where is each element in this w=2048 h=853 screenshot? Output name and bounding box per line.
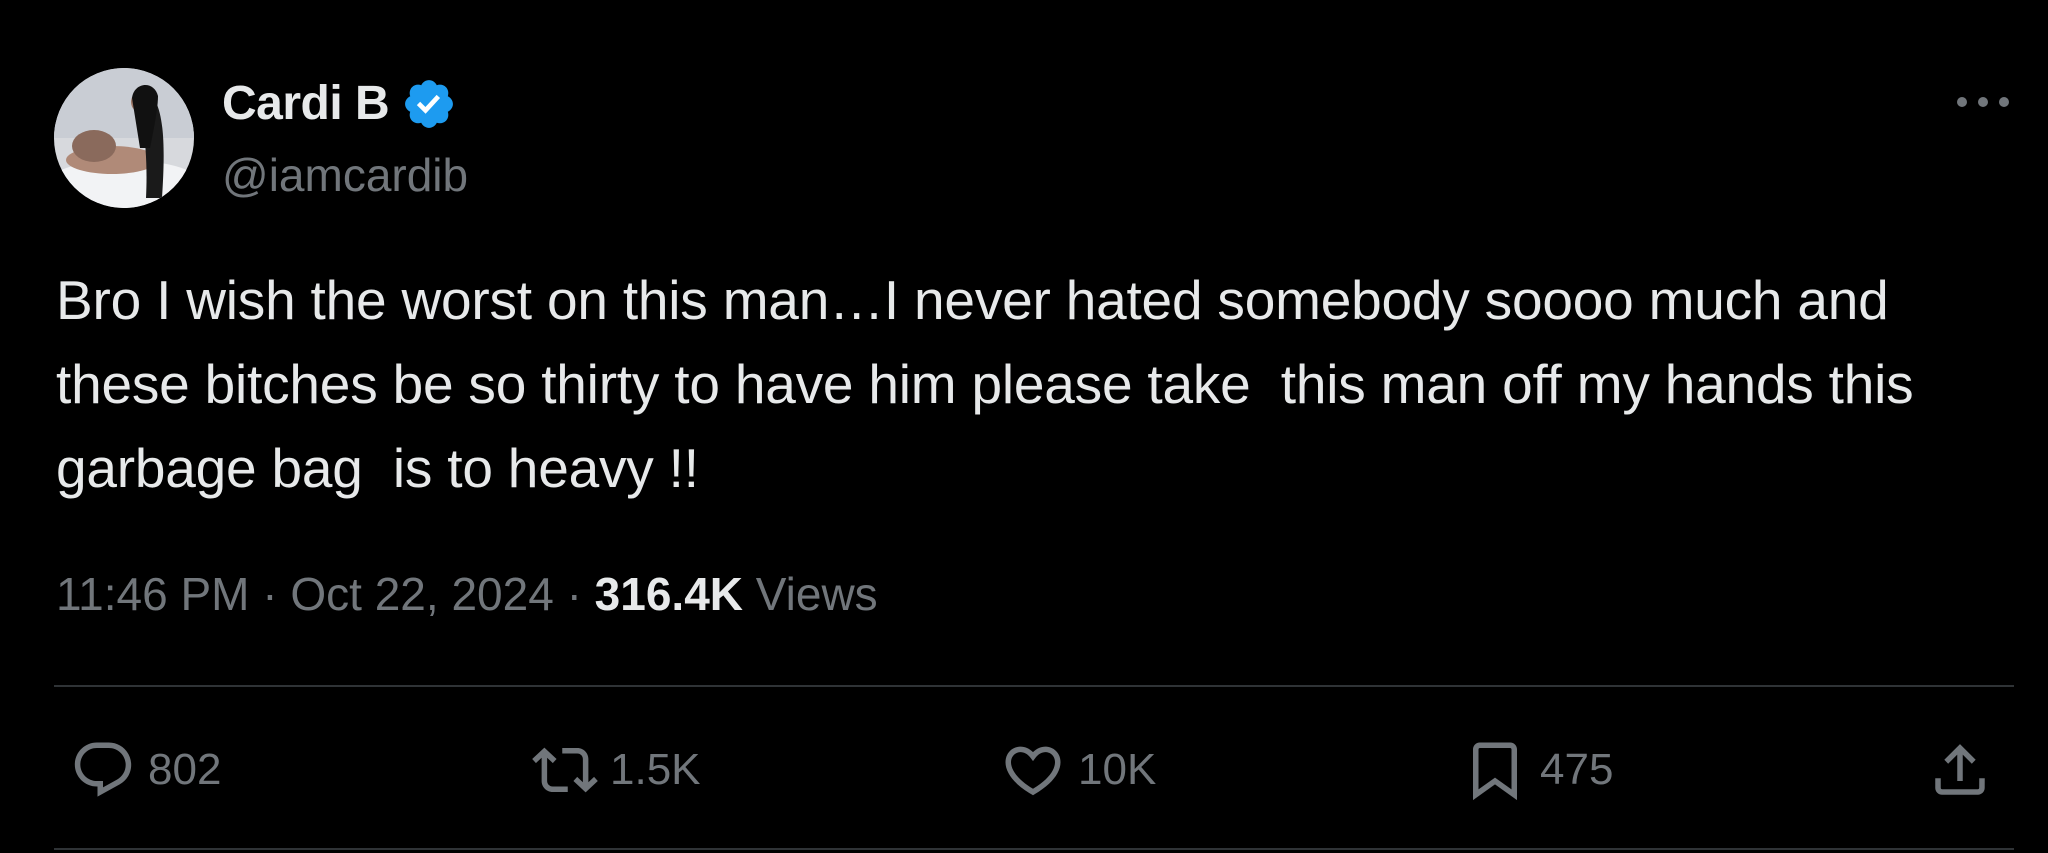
author-handle[interactable]: @iamcardib: [222, 148, 468, 202]
views-count: 316.4K: [594, 568, 744, 620]
reply-count: 802: [148, 745, 222, 794]
more-options-icon[interactable]: [1950, 82, 2016, 122]
divider: [54, 685, 2014, 687]
tweet-text: Bro I wish the worst on this man…I never…: [56, 269, 1929, 499]
bookmark-icon: [1460, 735, 1530, 805]
divider: [54, 848, 2014, 850]
like-count: 10K: [1078, 745, 1157, 794]
author-name[interactable]: Cardi B: [222, 76, 457, 132]
avatar[interactable]: [54, 68, 194, 208]
reply-icon: [68, 735, 138, 805]
tweet-date[interactable]: Oct 22, 2024: [290, 568, 553, 620]
repost-count: 1.5K: [610, 745, 701, 794]
tweet-card: Cardi B @iamcardib Bro I wish the worst …: [0, 0, 2048, 853]
bookmark-button[interactable]: 475: [1460, 735, 1613, 805]
views-label: Views: [755, 568, 878, 620]
meta-separator: ·: [262, 568, 278, 620]
display-name: Cardi B: [222, 77, 390, 130]
share-icon: [1925, 735, 1995, 805]
verified-badge-icon: [401, 76, 457, 132]
meta-separator: ·: [566, 568, 582, 620]
repost-button[interactable]: 1.5K: [530, 735, 701, 805]
share-button[interactable]: [1925, 735, 1995, 805]
tweet-time[interactable]: 11:46 PM: [56, 568, 249, 620]
repost-icon: [530, 735, 600, 805]
tweet-meta: 11:46 PM · Oct 22, 2024 · 316.4K Views: [56, 566, 878, 622]
like-button[interactable]: 10K: [998, 735, 1156, 805]
reply-button[interactable]: 802: [68, 735, 221, 805]
heart-icon: [998, 735, 1068, 805]
bookmark-count: 475: [1540, 745, 1614, 794]
